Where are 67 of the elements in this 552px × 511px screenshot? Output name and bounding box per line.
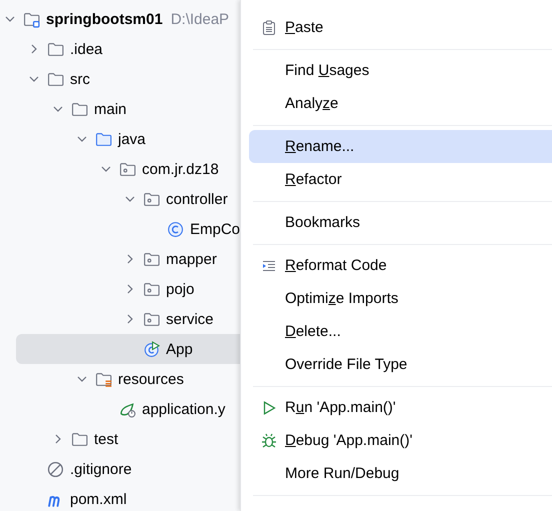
package-folder-icon xyxy=(143,190,160,208)
tree-item[interactable]: java xyxy=(16,124,240,154)
tree-item[interactable]: resources xyxy=(16,364,240,394)
tree-item[interactable]: test xyxy=(16,424,240,454)
clipboard-icon xyxy=(261,20,277,36)
item-label: main xyxy=(94,100,127,118)
item-label: java xyxy=(118,130,146,148)
menu-item[interactable]: Paste xyxy=(249,11,552,44)
folder-icon xyxy=(47,70,64,88)
item-label: com.jr.dz18 xyxy=(142,160,219,178)
menu-item[interactable]: Rename... xyxy=(249,130,552,163)
menu-item[interactable]: Debug 'App.main()' xyxy=(249,424,552,457)
tree-item[interactable]: pom.xml xyxy=(16,484,240,511)
item-label: mapper xyxy=(166,250,217,268)
tree-item[interactable]: pojo xyxy=(16,274,240,304)
class-icon xyxy=(167,220,184,238)
tree-item[interactable]: EmpCo xyxy=(16,214,240,244)
tree-item[interactable]: App xyxy=(16,334,240,364)
menu-item[interactable]: Reformat Code xyxy=(249,249,552,282)
menu-item[interactable]: Find Usages xyxy=(249,54,552,87)
tree-item[interactable]: controller xyxy=(16,184,240,214)
tree-item[interactable]: mapper xyxy=(16,244,240,274)
resources-folder-icon xyxy=(95,370,112,388)
item-label: application.y xyxy=(142,400,226,418)
item-label: .idea xyxy=(70,40,103,58)
item-label: springbootsm01 xyxy=(46,10,163,28)
tree-item[interactable]: .idea xyxy=(16,34,240,64)
tree-item[interactable]: .gitignore xyxy=(16,454,240,484)
tree-item[interactable]: springbootsm01 D:\IdeaP xyxy=(16,4,240,34)
item-label: .gitignore xyxy=(70,460,132,478)
package-folder-icon xyxy=(119,160,136,178)
item-label: pom.xml xyxy=(70,490,127,508)
menu-item[interactable]: Refactor xyxy=(249,163,552,196)
item-label: App xyxy=(166,340,193,358)
tree-item[interactable]: main xyxy=(16,94,240,124)
run-class-icon xyxy=(143,340,160,358)
folder-icon xyxy=(47,40,64,58)
item-label: test xyxy=(94,430,118,448)
module-folder-icon xyxy=(23,10,40,28)
folder-icon xyxy=(71,430,88,448)
menu-item[interactable]: Analyze xyxy=(249,87,552,120)
prohibited-icon xyxy=(47,460,64,478)
package-folder-icon xyxy=(143,280,160,298)
menu-item[interactable]: Bookmarks xyxy=(249,206,552,239)
item-label: controller xyxy=(166,190,228,208)
tree-item[interactable]: src xyxy=(16,64,240,94)
project-path: D:\IdeaP xyxy=(170,10,230,28)
item-label: EmpCo xyxy=(190,220,240,238)
item-label: resources xyxy=(118,370,184,388)
folder-icon xyxy=(71,100,88,118)
item-label: src xyxy=(70,70,90,88)
menu-item[interactable]: Run 'App.main()' xyxy=(249,391,552,424)
bug-icon xyxy=(261,432,277,448)
item-label: service xyxy=(166,310,214,328)
menu-item[interactable]: Optimize Imports xyxy=(249,282,552,315)
package-folder-icon xyxy=(143,310,160,328)
tree-item[interactable]: service xyxy=(16,304,240,334)
folder-icon xyxy=(95,130,112,148)
leaf-config-icon xyxy=(119,400,136,418)
package-folder-icon xyxy=(143,250,160,268)
tree-item[interactable]: com.jr.dz18 xyxy=(16,154,240,184)
menu-item[interactable]: Delete... xyxy=(249,315,552,348)
menu-item[interactable]: More Run/Debug xyxy=(249,457,552,490)
run-icon xyxy=(261,400,277,416)
menu-item[interactable]: Override File Type xyxy=(249,348,552,381)
item-label: pojo xyxy=(166,280,194,298)
tree-item[interactable]: application.y xyxy=(16,394,240,424)
